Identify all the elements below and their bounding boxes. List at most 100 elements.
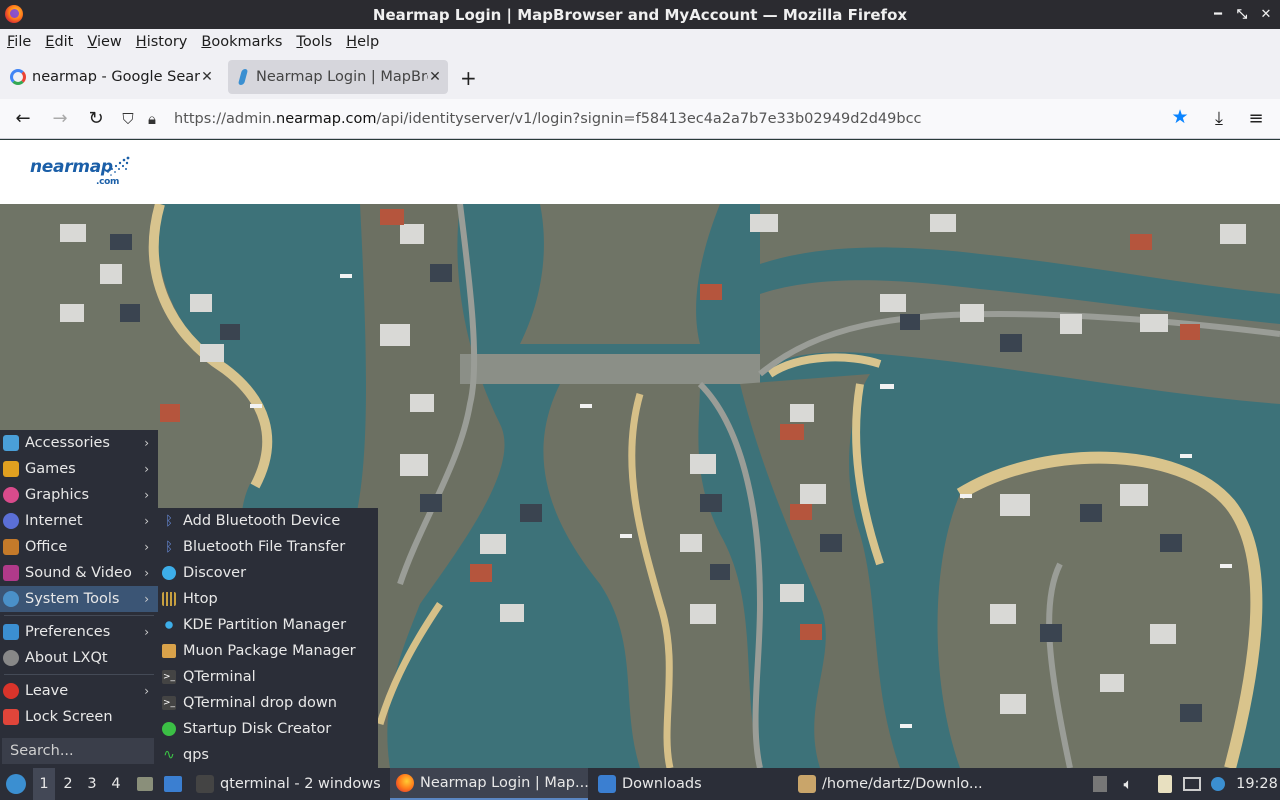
tab-label: nearmap - Google Search bbox=[32, 69, 200, 85]
desktop-1[interactable]: 1 bbox=[33, 768, 55, 800]
folder-icon bbox=[598, 775, 616, 793]
submenu-muon-package-manager[interactable]: Muon Package Manager bbox=[158, 638, 378, 664]
menu-file[interactable]: File bbox=[7, 34, 38, 50]
menu-lock-screen[interactable]: Lock Screen bbox=[0, 704, 158, 730]
menu-sound-video[interactable]: Sound & Video › bbox=[0, 560, 158, 586]
url-bar[interactable]: ⛉ 🔒︎ https://admin.nearmap.com/api/ident… bbox=[116, 103, 1200, 135]
network-tray[interactable] bbox=[1182, 768, 1202, 800]
menu-graphics[interactable]: Graphics › bbox=[0, 482, 158, 508]
hamburger-menu-icon[interactable]: ≡ bbox=[1245, 108, 1267, 130]
download-icon[interactable]: ⤓ bbox=[1208, 108, 1230, 130]
tray-expander[interactable] bbox=[1090, 768, 1110, 800]
start-menu-button[interactable] bbox=[4, 768, 28, 800]
tab-close-icon[interactable]: ✕ bbox=[200, 69, 214, 85]
submenu-discover[interactable]: Discover bbox=[158, 560, 378, 586]
lock-icon bbox=[3, 709, 19, 725]
submenu-bluetooth-file-transfer[interactable]: ᛒ Bluetooth File Transfer bbox=[158, 534, 378, 560]
window-title: Nearmap Login | MapBrowser and MyAccount… bbox=[372, 5, 908, 24]
terminal-icon bbox=[196, 775, 214, 793]
task-downloads[interactable]: Downloads bbox=[594, 768, 790, 800]
task-firefox[interactable]: Nearmap Login | Map... bbox=[390, 768, 589, 800]
desktop-3[interactable]: 3 bbox=[81, 768, 103, 800]
clock[interactable]: 19:28 bbox=[1236, 768, 1278, 800]
desktop-2[interactable]: 2 bbox=[57, 768, 79, 800]
submenu-add-bluetooth-device[interactable]: ᛒ Add Bluetooth Device bbox=[158, 508, 378, 534]
page-header bbox=[0, 140, 1280, 204]
submenu-qterminal-drop-down[interactable]: >_ QTerminal drop down bbox=[158, 690, 378, 716]
show-desktop-button[interactable] bbox=[135, 768, 155, 800]
network-icon bbox=[1183, 777, 1201, 791]
bluetooth-icon: ᛒ bbox=[165, 513, 173, 529]
htop-icon bbox=[162, 592, 176, 606]
folder-icon bbox=[164, 776, 182, 792]
firefox-icon bbox=[396, 774, 414, 792]
close-icon[interactable]: ✕ bbox=[1260, 7, 1272, 22]
start-menu-search-input[interactable]: Search... bbox=[2, 738, 154, 764]
system-tools-submenu: ᛒ Add Bluetooth Device ᛒ Bluetooth File … bbox=[158, 508, 378, 768]
tab-close-icon[interactable]: ✕ bbox=[428, 69, 442, 85]
archive-icon bbox=[798, 775, 816, 793]
clipboard-tray[interactable] bbox=[1155, 768, 1175, 800]
tab-google-search[interactable]: nearmap - Google Search ✕ bbox=[2, 60, 220, 94]
menu-help[interactable]: Help bbox=[346, 34, 386, 50]
minimize-icon[interactable]: ━ bbox=[1212, 7, 1224, 22]
task-qterminal[interactable]: qterminal - 2 windows bbox=[192, 768, 382, 800]
reload-icon[interactable]: ↻ bbox=[85, 108, 107, 130]
accessories-icon bbox=[3, 435, 19, 451]
menu-about-lxqt[interactable]: About LXQt bbox=[0, 645, 158, 671]
bookmark-star-icon[interactable]: ★ bbox=[1170, 107, 1190, 127]
submenu-qps[interactable]: ∿ qps bbox=[158, 742, 378, 768]
qps-icon: ∿ bbox=[163, 747, 175, 763]
menu-internet[interactable]: Internet › bbox=[0, 508, 158, 534]
window-controls: ━ ⤡ ✕ bbox=[1212, 0, 1272, 29]
new-tab-icon[interactable]: + bbox=[460, 66, 477, 90]
menu-bookmarks[interactable]: Bookmarks bbox=[201, 34, 289, 50]
menu-leave[interactable]: Leave › bbox=[0, 678, 158, 704]
window-titlebar: Nearmap Login | MapBrowser and MyAccount… bbox=[0, 0, 1280, 29]
forward-arrow-icon[interactable]: → bbox=[49, 108, 71, 130]
bluetooth-icon: ᛒ bbox=[165, 539, 173, 555]
system-tools-icon bbox=[3, 591, 19, 607]
start-menu: Accessories › Games › Graphics › Internet › … bbox=[0, 430, 158, 768]
desktop-4[interactable]: 4 bbox=[105, 768, 127, 800]
submenu-qterminal[interactable]: >_ QTerminal bbox=[158, 664, 378, 690]
updates-icon bbox=[1211, 777, 1225, 791]
submenu-htop[interactable]: Htop bbox=[158, 586, 378, 612]
menu-separator bbox=[4, 615, 154, 616]
task-archive[interactable]: /home/dartz/Downlo... bbox=[796, 768, 996, 800]
submenu-kde-partition-manager[interactable]: KDE Partition Manager bbox=[158, 612, 378, 638]
preferences-icon bbox=[3, 624, 19, 640]
menu-accessories[interactable]: Accessories › bbox=[0, 430, 158, 456]
graphics-icon bbox=[3, 487, 19, 503]
menu-system-tools[interactable]: System Tools › bbox=[0, 586, 158, 612]
menu-view[interactable]: View bbox=[87, 34, 128, 50]
terminal-icon: >_ bbox=[162, 670, 176, 684]
leave-icon bbox=[3, 683, 19, 699]
menu-preferences[interactable]: Preferences › bbox=[0, 619, 158, 645]
menu-office[interactable]: Office › bbox=[0, 534, 158, 560]
shield-icon[interactable]: ⛉ bbox=[116, 110, 140, 128]
volume-icon[interactable]: 🔈︎ bbox=[1118, 768, 1138, 800]
nearmap-favicon-icon bbox=[237, 69, 249, 85]
google-favicon-icon bbox=[10, 69, 26, 85]
internet-icon bbox=[3, 513, 19, 529]
menu-history[interactable]: History bbox=[136, 34, 195, 50]
about-icon bbox=[3, 650, 19, 666]
menu-games[interactable]: Games › bbox=[0, 456, 158, 482]
clipboard-icon bbox=[1158, 775, 1172, 793]
submenu-startup-disk-creator[interactable]: Startup Disk Creator bbox=[158, 716, 378, 742]
disk-creator-icon bbox=[162, 722, 176, 736]
back-arrow-icon[interactable]: ← bbox=[12, 108, 34, 130]
url-text[interactable]: https://admin.nearmap.com/api/identityse… bbox=[174, 111, 922, 127]
updates-tray[interactable] bbox=[1208, 768, 1228, 800]
file-manager-launcher[interactable] bbox=[162, 768, 184, 800]
logo-dots-icon bbox=[107, 156, 130, 176]
discover-icon bbox=[162, 566, 176, 580]
menu-edit[interactable]: Edit bbox=[45, 34, 80, 50]
tray-up-icon bbox=[1093, 776, 1107, 792]
lock-icon[interactable]: 🔒︎ bbox=[140, 110, 164, 128]
tab-nearmap-login[interactable]: Nearmap Login | MapBrowser and MyAccount… bbox=[228, 60, 448, 94]
menu-tools[interactable]: Tools bbox=[296, 34, 339, 50]
maximize-icon[interactable]: ⤡ bbox=[1236, 7, 1248, 22]
terminal-icon: >_ bbox=[162, 696, 176, 710]
